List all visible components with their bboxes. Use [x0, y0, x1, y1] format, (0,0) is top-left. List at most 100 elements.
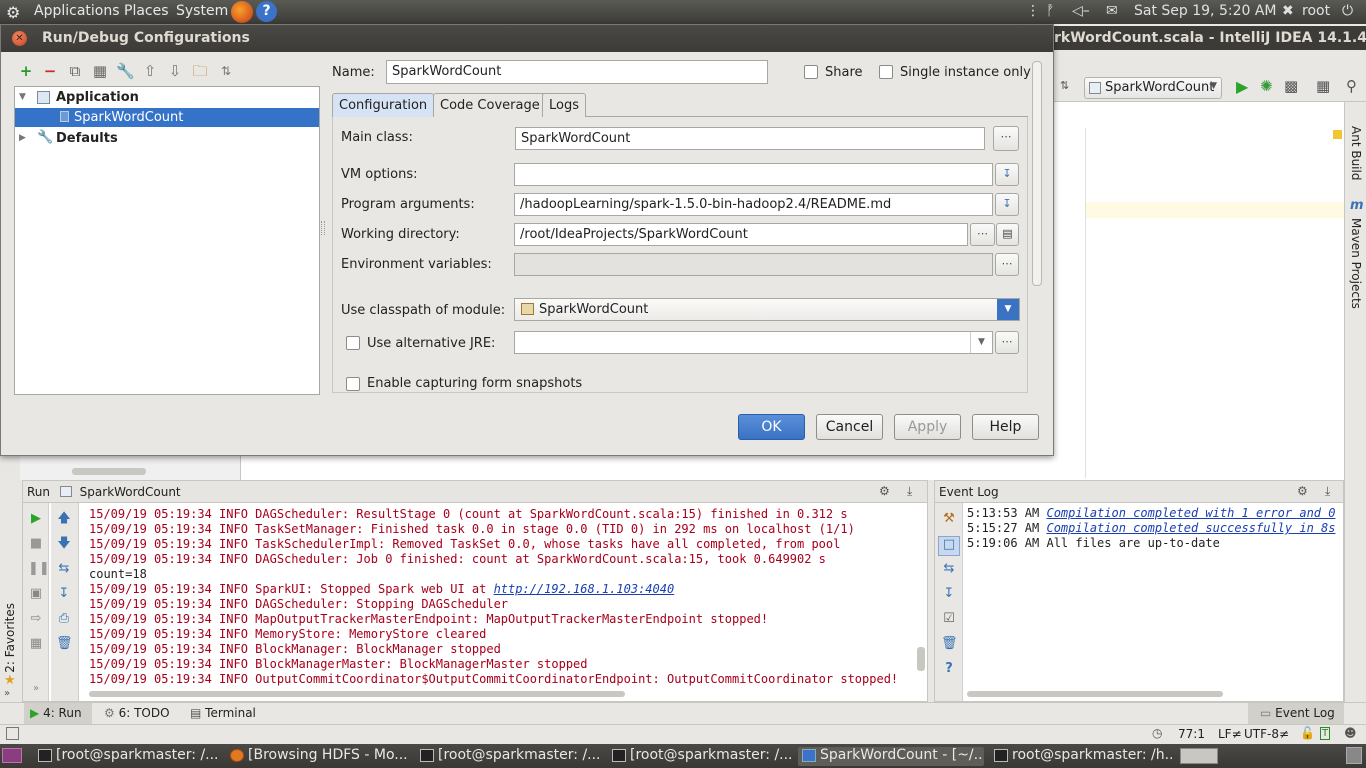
program-arguments-field[interactable]: /hadoopLearning/spark-1.5.0-bin-hadoop2.…	[514, 193, 993, 216]
lock-icon[interactable]: 🔓	[1300, 726, 1315, 740]
maven-projects-tab[interactable]: Maven Projects	[1349, 218, 1363, 309]
console-output[interactable]: 15/09/19 05:19:34 INFO DAGScheduler: Res…	[89, 507, 919, 687]
soft-wrap-icon[interactable]: ⇆	[56, 561, 72, 577]
run-config-combo[interactable]: SparkWordCount ▼	[1084, 77, 1222, 99]
expand-program-arguments-icon[interactable]: ↧	[995, 193, 1019, 216]
hide-panel-icon[interactable]: ⤓	[907, 484, 912, 499]
restore-layout-icon[interactable]: ▦	[28, 636, 44, 652]
scroll-to-end-icon[interactable]: ↧	[941, 586, 957, 602]
trash-icon[interactable]	[1346, 747, 1362, 764]
main-class-field[interactable]: SparkWordCount	[515, 127, 985, 150]
chevron-down-icon[interactable]: ▼	[970, 332, 992, 353]
alternative-jre-select[interactable]: ▼	[514, 331, 993, 354]
exit-icon[interactable]: ⇨	[28, 611, 44, 627]
user-name[interactable]: root	[1302, 3, 1330, 19]
arrow-down-icon[interactable]: 🡇	[56, 536, 72, 552]
capture-snapshots-checkbox[interactable]	[346, 377, 360, 391]
volume-icon[interactable]: ◁–	[1072, 3, 1090, 19]
todo-toolwindow-button[interactable]: ⚙ 6: TODO	[104, 706, 170, 720]
menu-places[interactable]: Places	[124, 3, 169, 19]
tray-menu-icon[interactable]: ⋮	[1026, 3, 1040, 19]
task-terminal-3[interactable]: [root@sparkmaster: /...	[608, 747, 792, 766]
alternative-jre-checkbox[interactable]	[346, 336, 360, 350]
edit-environment-variables-button[interactable]: ⋯	[995, 253, 1019, 276]
warning-marker-icon[interactable]	[1333, 130, 1342, 139]
pause-icon[interactable]: ❚❚	[28, 561, 50, 577]
cancel-button[interactable]: Cancel	[816, 414, 883, 440]
more-icon[interactable]: »	[28, 681, 44, 697]
memory-indicator-icon[interactable]: ◷	[1152, 726, 1162, 740]
bluetooth-icon[interactable]: ᚡ	[1046, 3, 1054, 19]
inspection-icon[interactable]: T	[1320, 727, 1331, 740]
gear-icon[interactable]: ⚙	[1297, 484, 1308, 498]
horizontal-scrollbar[interactable]	[72, 468, 146, 475]
vertical-scrollbar[interactable]	[917, 647, 925, 671]
share-checkbox[interactable]	[804, 65, 818, 79]
show-desktop-icon[interactable]	[2, 748, 22, 763]
task-intellij[interactable]: SparkWordCount - [~/...	[798, 747, 984, 766]
move-up-icon[interactable]: ⇧	[141, 62, 159, 80]
task-browser[interactable]: [Browsing HDFS - Mo...	[226, 747, 410, 766]
menu-system[interactable]: System	[176, 3, 228, 19]
tree-node-defaults[interactable]: ▶ 🔧 Defaults	[15, 129, 319, 148]
coverage-icon[interactable]: ▩	[1284, 77, 1298, 95]
more-icon[interactable]: »	[4, 688, 10, 699]
macro-icon[interactable]: ▤	[996, 223, 1019, 246]
expand-down-icon[interactable]: ▼	[19, 92, 26, 102]
task-terminal-1[interactable]: [root@sparkmaster: /...	[34, 747, 218, 766]
browse-working-directory-button[interactable]: ⋯	[970, 223, 995, 246]
settings-icon[interactable]: ⚒	[941, 511, 957, 527]
expand-right-icon[interactable]: ▶	[19, 133, 26, 143]
console-link[interactable]: http://192.168.1.103:4040	[494, 582, 675, 596]
help-icon[interactable]: ?	[941, 661, 957, 677]
power-icon[interactable]: ⏻	[1342, 3, 1353, 19]
sort-icon[interactable]: ⇅	[217, 62, 235, 80]
browse-main-class-button[interactable]: ⋯	[993, 126, 1019, 151]
folder-icon[interactable]: 🗀	[191, 62, 209, 80]
line-separator[interactable]: LF≠	[1218, 727, 1242, 741]
print-icon[interactable]: ⎙	[56, 611, 72, 627]
help-icon[interactable]: ?	[256, 1, 277, 22]
run-icon[interactable]: ▶	[1236, 77, 1248, 96]
event-icon[interactable]: ☻	[1344, 726, 1357, 740]
event-log-body[interactable]: 5:13:53 AM Compilation completed with 1 …	[967, 506, 1335, 551]
favorites-tab[interactable]: 2: Favorites	[3, 603, 17, 673]
file-encoding[interactable]: UTF-8≠	[1244, 727, 1289, 741]
task-terminal-4[interactable]: root@sparkmaster: /h...	[990, 747, 1174, 766]
browse-jre-button[interactable]: ⋯	[995, 331, 1019, 354]
dump-threads-icon[interactable]: ▣	[28, 586, 44, 602]
hide-panel-icon[interactable]: ⤓	[1325, 484, 1330, 499]
event-link[interactable]: Compilation completed successfully in 8s	[1046, 521, 1335, 535]
event-log-toolwindow-button[interactable]: ▭ Event Log	[1248, 703, 1344, 724]
run-toolwindow-button[interactable]: ▶ 4: Run	[24, 703, 92, 724]
single-instance-checkbox[interactable]	[879, 65, 893, 79]
stop-icon[interactable]: ■	[28, 536, 44, 552]
splitter-handle[interactable]	[321, 221, 325, 235]
help-button[interactable]: Help	[972, 414, 1039, 440]
tab-code-coverage[interactable]: Code Coverage	[433, 93, 547, 117]
clear-all-icon[interactable]: 🗑	[941, 636, 958, 652]
tree-node-application[interactable]: ▼ Application	[15, 88, 319, 107]
apply-button[interactable]: Apply	[894, 414, 961, 440]
working-directory-field[interactable]: /root/IdeaProjects/SparkWordCount	[514, 223, 968, 246]
ubuntu-logo-icon[interactable]: ⚙	[6, 3, 24, 22]
tab-logs[interactable]: Logs	[542, 93, 586, 117]
horizontal-scrollbar[interactable]	[967, 691, 1223, 697]
save-icon[interactable]: ▦	[91, 62, 109, 80]
copy-icon[interactable]: ⧉	[66, 62, 84, 80]
debug-icon[interactable]: ✺	[1260, 77, 1273, 95]
task-terminal-2[interactable]: [root@sparkmaster: /...	[416, 747, 600, 766]
remove-icon[interactable]: −	[41, 62, 59, 80]
configuration-tree[interactable]: ▼ Application SparkWordCount ▶ 🔧 Default…	[14, 86, 320, 395]
chevron-down-icon[interactable]: ▼	[997, 299, 1019, 320]
expand-vm-options-icon[interactable]: ↧	[995, 163, 1019, 186]
rerun-icon[interactable]: ▶	[28, 511, 44, 527]
terminal-toolwindow-button[interactable]: ▤ Terminal	[190, 706, 256, 720]
clear-all-icon[interactable]: 🗑	[56, 636, 73, 652]
tab-configuration[interactable]: Configuration	[332, 93, 435, 117]
name-field[interactable]: SparkWordCount	[386, 60, 768, 84]
show-balloons-icon[interactable]: □	[938, 536, 960, 556]
environment-variables-field[interactable]	[514, 253, 993, 276]
workspace-switcher[interactable]	[1180, 748, 1218, 764]
scrollbar-thumb[interactable]	[1032, 61, 1042, 286]
